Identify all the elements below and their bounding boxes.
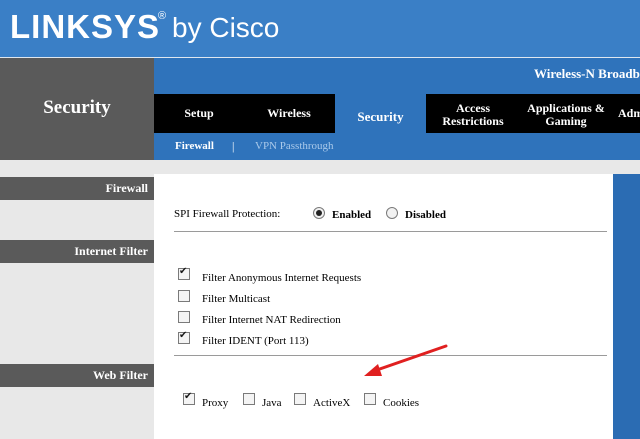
registered-mark: ®	[158, 10, 167, 22]
tab-applications-gaming[interactable]: Applications & Gaming	[520, 102, 612, 128]
web-filter-activex-checkbox[interactable]	[294, 393, 306, 405]
subtab-vpn-passthrough[interactable]: VPN Passthrough	[255, 140, 334, 152]
tab-access-restrictions-label: Access Restrictions	[442, 101, 504, 128]
web-filter-proxy-checkbox[interactable]	[183, 391, 195, 405]
section-label-firewall: Firewall	[0, 177, 154, 200]
filter-nat-redirection-checkbox[interactable]	[178, 311, 190, 323]
tab-security[interactable]: Security	[335, 94, 426, 138]
tab-setup[interactable]: Setup	[154, 94, 244, 133]
section-label-internet-filter: Internet Filter	[0, 240, 154, 263]
web-filter-proxy-label: Proxy	[202, 397, 229, 409]
web-filter-activex-label: ActiveX	[313, 397, 351, 409]
spi-enabled-radio[interactable]	[313, 207, 325, 219]
spi-enabled-label: Enabled	[332, 209, 372, 221]
annotation-arrow-icon	[364, 344, 448, 376]
section-label-web-filter: Web Filter	[0, 364, 154, 387]
page-title: Security	[43, 97, 111, 118]
filter-multicast-checkbox[interactable]	[178, 290, 190, 302]
filter-anonymous-checkbox[interactable]	[178, 266, 190, 280]
subtab-separator: |	[232, 139, 235, 153]
linksys-logo: LINKSYS	[10, 8, 161, 45]
filter-nat-redirection-label: Filter Internet NAT Redirection	[202, 314, 341, 326]
left-gutter	[0, 160, 154, 439]
web-filter-java-label: Java	[262, 397, 282, 409]
filter-ident-label: Filter IDENT (Port 113)	[202, 335, 309, 347]
spi-firewall-label: SPI Firewall Protection:	[174, 208, 281, 220]
filter-ident-checkbox[interactable]	[178, 330, 190, 344]
spi-disabled-radio[interactable]	[386, 207, 398, 219]
filter-multicast-label: Filter Multicast	[202, 293, 271, 305]
tab-administration[interactable]: Adm	[612, 94, 640, 133]
web-filter-cookies-label: Cookies	[383, 397, 420, 409]
tab-access-restrictions[interactable]: Access Restrictions	[426, 102, 520, 128]
tab-wireless[interactable]: Wireless	[244, 94, 334, 133]
spi-disabled-label: Disabled	[405, 209, 446, 221]
web-filter-cookies-checkbox[interactable]	[364, 393, 376, 405]
section-divider	[174, 231, 607, 232]
filter-anonymous-label: Filter Anonymous Internet Requests	[202, 272, 362, 284]
subtab-firewall[interactable]: Firewall	[175, 140, 214, 152]
by-cisco-text: by Cisco	[172, 12, 280, 43]
subtab-bar	[154, 133, 640, 160]
web-filter-java-checkbox[interactable]	[243, 393, 255, 405]
tab-applications-gaming-label: Applications & Gaming	[527, 101, 605, 128]
model-name: Wireless-N Broadb	[534, 66, 640, 81]
content-top-strip	[154, 160, 640, 174]
right-side-panel	[613, 174, 640, 439]
